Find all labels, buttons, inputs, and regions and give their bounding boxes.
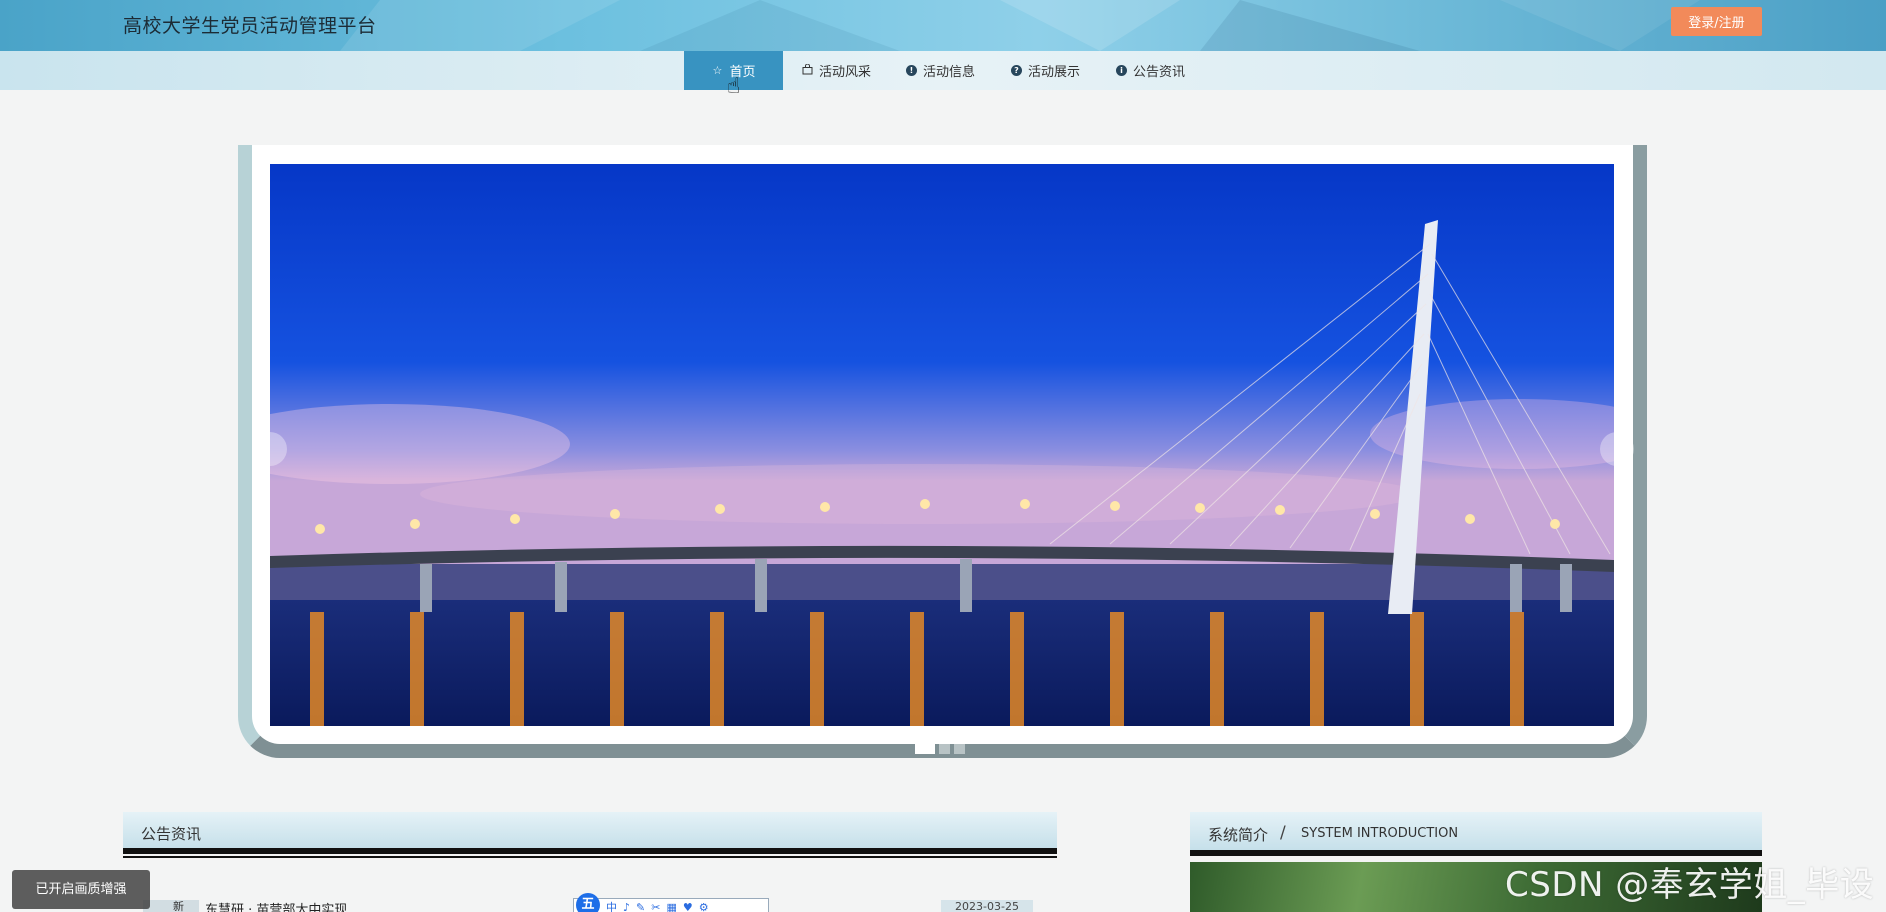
carousel-next-arrow[interactable] [1600, 432, 1634, 466]
toolbar-tool-icon[interactable]: ▦ [666, 901, 676, 912]
carousel-prev-arrow[interactable] [253, 432, 287, 466]
login-register-button[interactable]: 登录/注册 [1671, 7, 1762, 36]
new-badge: 新 [143, 900, 199, 912]
intro-section-subtitle: SYSTEM INTRODUCTION [1301, 826, 1459, 841]
toolbar-tool-icon[interactable]: ♥ [683, 901, 693, 912]
toolbar-tool-icon[interactable]: ✂ [651, 901, 660, 912]
site-title: 高校大学生党员活动管理平台 [123, 15, 377, 37]
carousel-dots [915, 744, 965, 754]
banner-image-bridge[interactable] [270, 164, 1614, 726]
translate-icon[interactable]: 五 [576, 893, 600, 912]
intro-separator: / [1280, 823, 1286, 843]
intro-section-header: 系统简介 / SYSTEM INTRODUCTION [1190, 812, 1762, 856]
nav-item-label: 活动展示 [1028, 65, 1081, 80]
toolbar-settings-icon[interactable]: ⚙ [699, 901, 709, 912]
bridge-night-scene [270, 164, 1614, 726]
bag-icon [801, 63, 813, 78]
news-item-date: 2023-03-25 [941, 900, 1033, 912]
intro-section-title: 系统简介 [1208, 826, 1269, 844]
toolbar-tool-icon[interactable]: ♪ [623, 901, 630, 912]
nav-item-activity-showcase[interactable]: ? 活动展示 [1011, 51, 1080, 90]
news-item-title[interactable]: 东慧研 · 苗营部太中实现 [205, 899, 347, 912]
info-icon: ! [906, 65, 917, 76]
carousel-dot-3[interactable] [954, 744, 965, 754]
csdn-watermark: CSDN @奉玄学姐_毕设 [1505, 865, 1875, 905]
top-header: 高校大学生党员活动管理平台 登录/注册 [0, 0, 1886, 51]
news-list-item[interactable]: 新 东慧研 · 苗营部太中实现 五 中 ♪ ✎ ✂ ▦ ♥ ⚙ 2023-03-… [123, 893, 1057, 912]
translate-toolbar[interactable]: 五 中 ♪ ✎ ✂ ▦ ♥ ⚙ [573, 893, 769, 912]
nav-item-label: 活动信息 [923, 65, 976, 80]
news-section-header: 公告资讯 [123, 812, 1057, 858]
toolbar-tool-icon[interactable]: ✎ [636, 901, 645, 912]
info-icon: i [1116, 65, 1127, 76]
nav-item-announcements[interactable]: i 公告资讯 [1116, 51, 1185, 90]
quality-enhance-toast[interactable]: 已开启画质增强 [12, 870, 150, 909]
carousel-dot-2[interactable] [939, 744, 950, 754]
nav-item-label: 公告资讯 [1133, 65, 1186, 80]
nav-item-activity-info[interactable]: ! 活动信息 [906, 51, 975, 90]
nav-item-activity-style[interactable]: 活动风采 [801, 51, 871, 90]
nav-item-label: 活动风采 [819, 65, 872, 80]
news-section-title: 公告资讯 [141, 825, 202, 843]
toolbar-tool-icon[interactable]: 中 [606, 899, 617, 912]
star-icon: ☆ [712, 64, 723, 77]
carousel-dot-1[interactable] [915, 744, 935, 754]
main-nav: ☆ 首页 活动风采 ! 活动信息 ? 活动展示 i 公告资讯 [0, 51, 1886, 90]
question-icon: ? [1011, 65, 1022, 76]
hand-cursor-icon: ☝ [727, 74, 741, 99]
